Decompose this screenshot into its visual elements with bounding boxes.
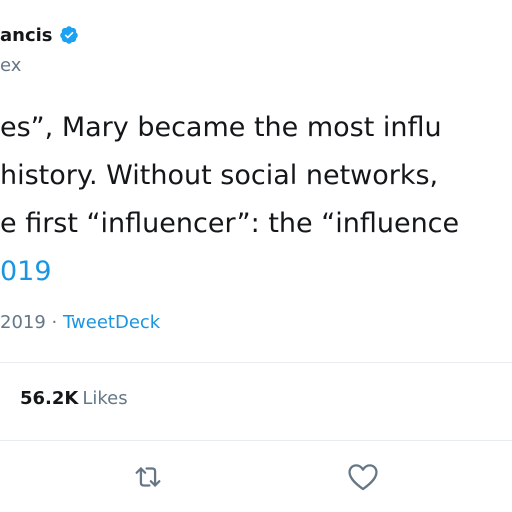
divider	[0, 362, 512, 363]
verified-badge-icon	[59, 25, 79, 45]
tweet-meta: 2019 · TweetDeck	[0, 312, 160, 333]
divider	[0, 440, 512, 441]
tweet-text: es”, Mary became the most influ history.…	[0, 104, 512, 296]
tweet-text-line: history. Without social networks,	[0, 160, 439, 191]
meta-separator: ·	[51, 312, 58, 333]
retweet-icon[interactable]	[131, 460, 165, 494]
author-handle[interactable]: ex	[0, 55, 21, 76]
likes-label: Likes	[82, 388, 128, 409]
author-display-name[interactable]: ancis	[0, 25, 53, 46]
tweet-date[interactable]: 2019	[0, 312, 46, 333]
tweet-text-line: e first “influencer”: the “influence	[0, 208, 460, 239]
heart-icon[interactable]	[346, 460, 380, 494]
tweet-link[interactable]: 019	[0, 248, 512, 296]
likes-count: 56.2K	[20, 388, 79, 409]
author-name-row[interactable]: ancis	[0, 22, 79, 48]
tweet-source-link[interactable]: TweetDeck	[63, 312, 160, 333]
likes-stat[interactable]: 56.2K Likes	[20, 388, 128, 409]
tweet-text-line: es”, Mary became the most influ	[0, 112, 442, 143]
tweet-detail: ancis ex es”, Mary became the most influ…	[0, 0, 512, 512]
